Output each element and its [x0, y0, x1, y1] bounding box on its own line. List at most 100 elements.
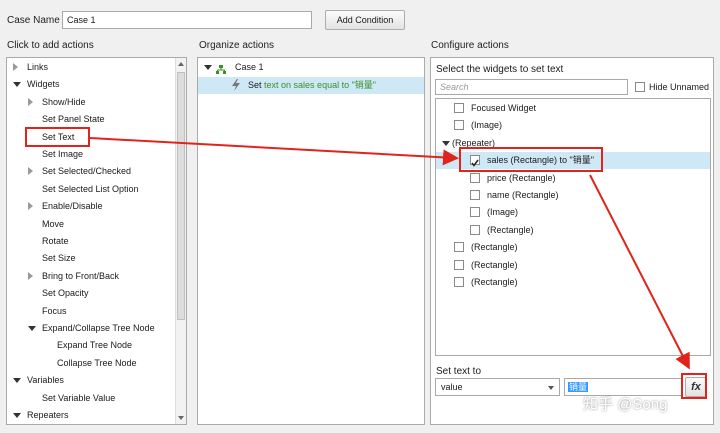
action-item-show-hide[interactable]: Show/Hide: [7, 94, 175, 111]
action-item-label: Variables: [27, 375, 64, 386]
collapse-icon[interactable]: [13, 378, 21, 384]
widget-checkbox[interactable]: [454, 259, 464, 270]
widget-checkbox[interactable]: [454, 103, 464, 113]
widget-checkbox[interactable]: [470, 190, 480, 200]
widget-tree[interactable]: Focused Widget (Image) (Repeater) sales (Re…: [435, 98, 711, 356]
lightning-icon: [231, 79, 241, 97]
organize-actions-panel[interactable]: Case 1 Set text on sales equal to "销量": [197, 57, 425, 425]
widget-row[interactable]: (Image): [436, 204, 710, 221]
action-item-label: Expand/Collapse Tree Node: [42, 323, 155, 333]
widget-label: (Rectangle): [471, 242, 518, 253]
scrollbar[interactable]: [175, 58, 186, 424]
action-item-move[interactable]: Move: [7, 216, 175, 233]
action-item-bring-to-front-back[interactable]: Bring to Front/Back: [7, 268, 175, 285]
collapse-icon[interactable]: [28, 326, 36, 331]
action-item-set-variable-value[interactable]: Set Variable Value: [7, 390, 175, 407]
action-item-rotate[interactable]: Rotate: [7, 233, 175, 250]
scroll-thumb[interactable]: [177, 72, 185, 320]
expand-icon[interactable]: [28, 202, 33, 211]
expand-icon[interactable]: [28, 167, 33, 176]
collapse-icon[interactable]: [442, 140, 450, 146]
action-item-variables[interactable]: Variables: [7, 372, 175, 389]
middle-panel-title: Organize actions: [199, 40, 275, 51]
expand-icon[interactable]: [28, 97, 33, 106]
action-item-label: Set Panel State: [42, 114, 105, 125]
widget-label: (Image): [471, 120, 503, 131]
scroll-down-arrow[interactable]: [178, 416, 184, 420]
action-item-label: Widgets: [27, 79, 60, 90]
action-item-enable-disable[interactable]: Enable/Disable: [7, 198, 175, 215]
hide-unnamed-checkbox[interactable]: [635, 82, 645, 92]
action-item-expand-collapse-tree-node[interactable]: Expand/Collapse Tree Node: [7, 320, 175, 337]
case-label: Case 1: [235, 62, 264, 72]
chevron-down-icon: [548, 386, 554, 390]
action-item-set-opacity[interactable]: Set Opacity: [7, 285, 175, 302]
widget-row[interactable]: (Rectangle): [436, 222, 710, 239]
widget-row[interactable]: (Rectangle): [436, 239, 710, 256]
action-item-label: Bring to Front/Back: [42, 270, 120, 281]
action-item-collapse-tree-node[interactable]: Collapse Tree Node: [7, 355, 175, 372]
value-type-text: value: [441, 382, 463, 392]
widget-label: price (Rectangle): [487, 172, 556, 183]
actions-tree[interactable]: Links Widgets Show/Hide Set Panel State Set …: [6, 57, 187, 425]
action-item-expand-tree-node[interactable]: Expand Tree Node: [7, 337, 175, 354]
set-text-to-label: Set text to: [436, 366, 482, 377]
action-item-set-size[interactable]: Set Size: [7, 250, 175, 267]
collapse-icon[interactable]: [13, 82, 21, 88]
action-item-set-selected-list-option[interactable]: Set Selected List Option: [7, 181, 175, 198]
action-item-focus[interactable]: Focus: [7, 303, 175, 320]
case-tree-icon: [216, 63, 226, 74]
action-item-label: Set Selected List Option: [42, 183, 139, 194]
expand-icon[interactable]: [13, 63, 18, 71]
action-item-label: Set Selected/Checked: [42, 166, 132, 177]
action-item-set-image[interactable]: Set Image: [7, 146, 175, 163]
widget-label: (Image): [487, 207, 519, 218]
widget-row[interactable]: (Rectangle): [436, 274, 710, 291]
widget-checkbox[interactable]: [454, 242, 464, 253]
widget-row[interactable]: (Rectangle): [436, 257, 710, 274]
widget-label: (Rectangle): [471, 259, 518, 270]
configure-actions-panel: Select the widgets to set text Search Hi…: [430, 57, 714, 425]
scroll-up-arrow[interactable]: [178, 62, 184, 66]
case-row[interactable]: Case 1: [202, 59, 422, 76]
collapse-icon[interactable]: [13, 413, 21, 418]
widget-row[interactable]: (Image): [436, 117, 710, 134]
action-item-label: Focus: [42, 305, 67, 316]
action-item-label: Collapse Tree Node: [57, 357, 137, 368]
add-condition-button[interactable]: Add Condition: [325, 10, 405, 30]
widget-label: Focused Widget: [471, 103, 537, 113]
search-input[interactable]: Search: [435, 79, 628, 95]
widget-checkbox[interactable]: [454, 277, 464, 287]
watermark: 知乎 @Song: [583, 396, 668, 413]
action-item-label: Set Image: [42, 149, 84, 159]
search-placeholder: Search: [440, 82, 469, 92]
action-item-widgets[interactable]: Widgets: [7, 76, 175, 93]
widget-label: name (Rectangle): [487, 190, 559, 200]
action-item-set-selected-checked[interactable]: Set Selected/Checked: [7, 163, 175, 180]
widget-label: (Rectangle): [487, 224, 534, 235]
sales-highlight: [459, 147, 603, 172]
widget-row[interactable]: name (Rectangle): [436, 187, 710, 204]
value-text: 销量: [568, 382, 589, 392]
action-detail: text on sales equal to "销量": [264, 80, 376, 90]
action-item-repeaters[interactable]: Repeaters: [7, 407, 175, 424]
left-panel-title: Click to add actions: [7, 40, 94, 51]
case-name-label: Case Name: [7, 15, 60, 26]
widget-checkbox[interactable]: [470, 224, 480, 235]
set-text-highlight: [25, 127, 90, 147]
widget-checkbox[interactable]: [470, 172, 480, 183]
widget-checkbox[interactable]: [454, 120, 464, 131]
expand-icon[interactable]: [28, 271, 33, 280]
widget-row[interactable]: Focused Widget: [436, 100, 710, 117]
value-type-select[interactable]: value: [435, 378, 560, 396]
case-name-input[interactable]: Case 1: [62, 11, 312, 29]
collapse-icon[interactable]: [204, 65, 212, 70]
action-item-label: Expand Tree Node: [57, 340, 133, 351]
action-item-label: Rotate: [42, 236, 69, 246]
action-item-links[interactable]: Links: [7, 59, 175, 76]
widget-checkbox[interactable]: [470, 207, 480, 218]
action-row[interactable]: Set text on sales equal to "销量": [198, 77, 424, 94]
widget-row[interactable]: price (Rectangle): [436, 170, 710, 187]
action-item-set-panel-state[interactable]: Set Panel State: [7, 111, 175, 128]
action-item-label: Set Variable Value: [42, 392, 116, 403]
